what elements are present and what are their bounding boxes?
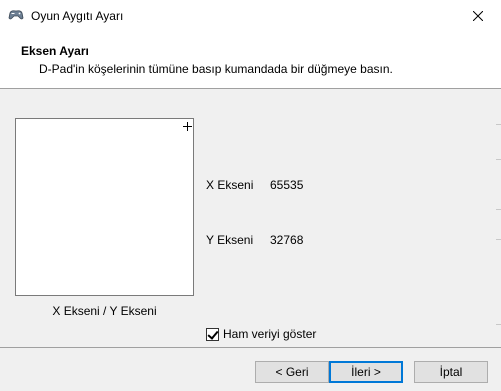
back-button[interactable]: < Geri <box>255 361 329 383</box>
gamepad-icon <box>8 10 24 20</box>
x-axis-value: 65535 <box>270 178 304 192</box>
raw-data-option[interactable]: Ham veriyi göster <box>206 327 316 341</box>
axis-display <box>15 118 194 296</box>
page-title: Eksen Ayarı <box>21 44 89 58</box>
x-axis-label: X Ekseni <box>206 178 254 192</box>
y-axis-value: 32768 <box>270 233 304 247</box>
raw-data-checkbox[interactable] <box>206 327 219 341</box>
close-icon <box>473 10 483 21</box>
window-title: Oyun Aygıtı Ayarı <box>31 9 124 23</box>
close-button[interactable] <box>455 0 501 31</box>
title-bar: Oyun Aygıtı Ayarı <box>0 0 501 31</box>
footer-separator <box>0 347 501 348</box>
y-axis-label: Y Ekseni <box>206 233 254 247</box>
next-button[interactable]: İleri > <box>329 361 403 383</box>
raw-data-label: Ham veriyi göster <box>223 327 317 341</box>
wizard-header: Eksen Ayarı D-Pad'in köşelerinin tümüne … <box>0 31 501 89</box>
right-edge-marks <box>496 89 501 391</box>
crosshair-icon <box>183 122 192 131</box>
axis-caption: X Ekseni / Y Ekseni <box>52 304 157 318</box>
page-subtitle: D-Pad'in köşelerinin tümüne basıp kumand… <box>39 62 393 76</box>
cancel-button[interactable]: İptal <box>414 361 488 383</box>
